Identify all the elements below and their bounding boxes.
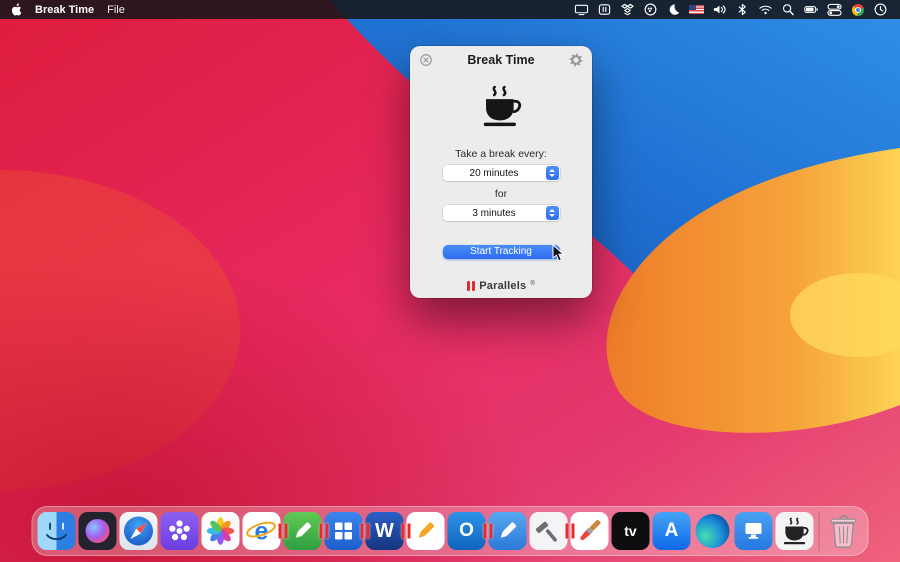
mouse-cursor	[552, 244, 565, 262]
brand-reg-mark: ®	[530, 280, 534, 288]
dock-notepad-windows[interactable]	[284, 512, 322, 550]
ie-letter: e	[255, 518, 269, 546]
dock-microsoft-outlook[interactable]: O	[448, 512, 486, 550]
interval-value: 20 minutes	[470, 168, 519, 179]
appstore-letter: A	[665, 520, 679, 542]
start-tracking-button[interactable]: Start Tracking	[443, 245, 560, 259]
dock-build-tools[interactable]	[530, 512, 568, 550]
interval-stepper[interactable]	[546, 166, 559, 180]
dock-wordpad[interactable]	[489, 512, 527, 550]
stepper-up-icon	[549, 169, 555, 172]
dock-paint[interactable]	[571, 512, 609, 550]
dropbox-icon[interactable]	[619, 2, 636, 17]
dock-siri[interactable]	[79, 512, 117, 550]
input-source-flag-icon[interactable]	[688, 2, 705, 17]
parallels-brand: Parallels ®	[410, 280, 592, 292]
for-label: for	[410, 188, 592, 200]
dock: e W O	[32, 506, 869, 556]
parallels-shared-badge-icon	[566, 524, 575, 539]
duration-select[interactable]: 3 minutes	[443, 205, 560, 221]
dock-microsoft-word[interactable]: W	[366, 512, 404, 550]
duration-stepper[interactable]	[546, 206, 559, 220]
do-not-disturb-moon-icon[interactable]	[665, 2, 682, 17]
menubar-file-menu[interactable]: File	[107, 4, 125, 16]
dock-microsoft-edge[interactable]	[694, 512, 732, 550]
parallels-shared-badge-icon	[279, 524, 288, 539]
dock-windows-apps[interactable]	[325, 512, 363, 550]
dock-parallels-toolbox[interactable]	[161, 512, 199, 550]
apple-menu-icon[interactable]	[11, 3, 22, 16]
stepper-down-icon	[549, 214, 555, 217]
clock-icon[interactable]	[872, 2, 889, 17]
duration-value: 3 minutes	[472, 208, 515, 219]
stepper-down-icon	[549, 174, 555, 177]
edge-orb-icon	[696, 514, 730, 548]
outlook-letter: O	[459, 520, 474, 542]
menubar-app-name[interactable]: Break Time	[35, 4, 94, 16]
wifi-icon[interactable]	[757, 2, 774, 17]
menu-bar-left: Break Time File	[11, 3, 125, 16]
menu-bar: Break Time File	[0, 0, 900, 19]
dock-break-time[interactable]	[776, 512, 814, 550]
dock-internet-explorer[interactable]: e	[243, 512, 281, 550]
dock-trash[interactable]	[825, 512, 863, 550]
coffee-cup-icon	[478, 84, 524, 128]
tv-letters: tv	[624, 523, 636, 539]
parallels-bars-icon	[467, 281, 475, 291]
bluetooth-icon[interactable]	[734, 2, 751, 17]
window-close-button[interactable]	[419, 53, 433, 67]
dock-photos[interactable]	[202, 512, 240, 550]
parallels-shared-badge-icon	[402, 524, 411, 539]
window-title: Break Time	[410, 46, 592, 74]
menu-bar-status-area	[573, 2, 889, 17]
desktop: Break Time File	[0, 0, 900, 562]
dock-apple-tv[interactable]: tv	[612, 512, 650, 550]
word-letter: W	[375, 520, 394, 543]
stepper-up-icon	[549, 209, 555, 212]
parallels-shared-badge-icon	[361, 524, 370, 539]
battery-icon[interactable]	[803, 2, 820, 17]
volume-icon[interactable]	[711, 2, 728, 17]
parallels-shared-badge-icon	[484, 524, 493, 539]
dock-separator	[819, 511, 820, 551]
settings-gear-button[interactable]	[569, 53, 583, 67]
dock-finder[interactable]	[38, 512, 76, 550]
parallels-shared-badge-icon	[320, 524, 329, 539]
window-titlebar[interactable]: Break Time	[410, 46, 592, 72]
parallels-icon[interactable]	[596, 2, 613, 17]
chrome-browser-icon[interactable]	[849, 2, 866, 17]
display-icon[interactable]	[573, 2, 590, 17]
spotlight-search-icon[interactable]	[780, 2, 797, 17]
control-center-icon[interactable]	[826, 2, 843, 17]
brand-text: Parallels	[479, 280, 526, 292]
dock-remote-desktop[interactable]	[735, 512, 773, 550]
siri-orb-icon	[86, 519, 110, 543]
dock-safari[interactable]	[120, 512, 158, 550]
dock-app-store[interactable]: A	[653, 512, 691, 550]
dock-pencil-editor[interactable]	[407, 512, 445, 550]
take-break-label: Take a break every:	[410, 148, 592, 160]
docker-icon[interactable]	[642, 2, 659, 17]
interval-select[interactable]: 20 minutes	[443, 165, 560, 181]
